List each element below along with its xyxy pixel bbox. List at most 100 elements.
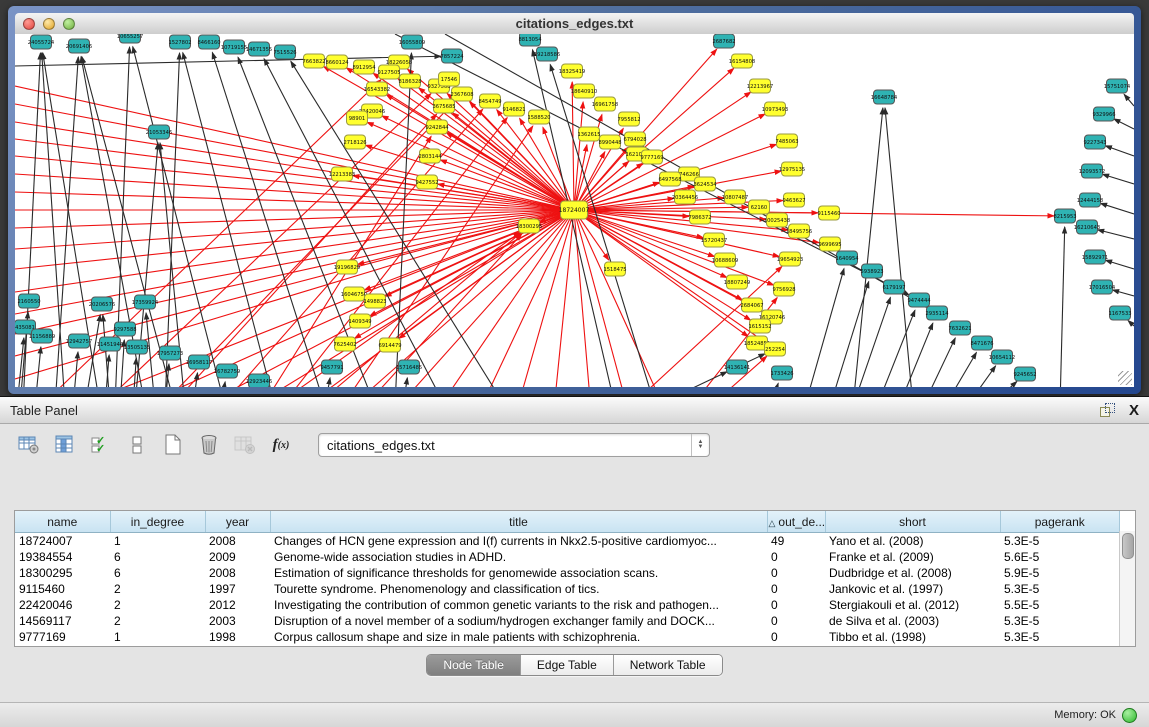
table-cell[interactable]: 1 <box>110 645 205 647</box>
minimize-window-icon[interactable] <box>43 18 55 30</box>
table-cell[interactable]: 6 <box>110 565 205 581</box>
citation-edge-black[interactable] <box>403 378 407 387</box>
column-header-out_de[interactable]: △out_de... <box>767 511 825 533</box>
table-row[interactable]: 977716911998Corpus callosum shape and si… <box>15 629 1120 645</box>
table-row[interactable]: 1872400712008Changes of HCN gene express… <box>15 533 1120 550</box>
table-cell[interactable]: 5.6E-5 <box>1000 549 1120 565</box>
column-header-year[interactable]: year <box>205 511 270 533</box>
citation-edge-black[interactable] <box>990 381 1017 387</box>
table-cell[interactable]: 18300295 <box>15 565 110 581</box>
table-cell[interactable]: 1998 <box>205 629 270 645</box>
window-resize-grip[interactable] <box>1118 371 1132 385</box>
table-cell[interactable]: Franke et al. (2009) <box>825 549 1000 565</box>
close-window-icon[interactable] <box>23 18 35 30</box>
citation-edge-red[interactable] <box>165 102 454 387</box>
column-header-pagerank[interactable]: pagerank <box>1000 511 1120 533</box>
table-cell[interactable]: 6 <box>110 549 205 565</box>
table-cell[interactable]: 14569117 <box>15 613 110 629</box>
table-cell[interactable]: 0 <box>767 565 825 581</box>
table-cell[interactable]: 5.3E-5 <box>1000 581 1120 597</box>
table-cell[interactable]: Tibbo et al. (1998) <box>825 629 1000 645</box>
table-cell[interactable]: 5.3E-5 <box>1000 629 1120 645</box>
scrollbar-thumb[interactable] <box>1122 533 1134 559</box>
tab-edge-table[interactable]: Edge Table <box>521 655 614 675</box>
table-cell[interactable]: 2008 <box>205 533 270 550</box>
table-row[interactable]: 2242004622012Investigating the contribut… <box>15 597 1120 613</box>
citation-edge-black[interactable] <box>73 352 78 387</box>
table-cell[interactable]: 0 <box>767 597 825 613</box>
citation-edge-red[interactable] <box>15 174 574 210</box>
table-cell[interactable]: 1 <box>110 629 205 645</box>
citation-edge-black[interactable] <box>1124 94 1134 106</box>
column-header-in_degree[interactable]: in_degree <box>110 511 205 533</box>
table-row[interactable]: 911546021997Tourette syndrome. Phenomeno… <box>15 581 1120 597</box>
citation-edge-red[interactable] <box>574 210 774 285</box>
table-cell[interactable]: 18724007 <box>15 533 110 550</box>
citation-edge-black[interactable] <box>1060 227 1065 387</box>
citation-edge-black[interactable] <box>15 56 441 66</box>
network-view-window[interactable]: citations_edges.txt 18724007183002952405… <box>8 6 1141 394</box>
citation-edge-black[interactable] <box>1105 146 1134 156</box>
citation-edge-black[interactable] <box>877 310 915 387</box>
citation-edge-black[interactable] <box>1100 203 1134 214</box>
table-cell[interactable]: 2009 <box>205 549 270 565</box>
citation-edge-black[interactable] <box>82 57 175 387</box>
table-cell[interactable]: 1997 <box>205 581 270 597</box>
table-cell[interactable]: Jankovic et al. (1997) <box>825 581 1000 597</box>
table-cell[interactable]: 5.9E-5 <box>1000 565 1120 581</box>
citation-edge-black[interactable] <box>923 338 955 387</box>
new-column-icon[interactable] <box>160 433 186 457</box>
table-cell[interactable]: de Silva et al. (2003) <box>825 613 1000 629</box>
rows-icon[interactable] <box>124 433 150 457</box>
citation-edge-red[interactable] <box>382 116 574 210</box>
citation-edge-black[interactable] <box>945 352 976 387</box>
citation-network-graph[interactable]: 1872400718300295240557242069140610655257… <box>15 34 1134 387</box>
citation-edge-black[interactable] <box>853 297 890 387</box>
citation-edge-red[interactable] <box>555 210 574 387</box>
table-cell[interactable]: 0 <box>767 581 825 597</box>
citation-edge-red[interactable] <box>574 210 590 387</box>
float-panel-icon[interactable] <box>1099 403 1115 417</box>
column-header-short[interactable]: short <box>825 511 1000 533</box>
network-canvas[interactable]: 1872400718300295240557242069140610655257… <box>15 34 1134 387</box>
table-cell[interactable]: 2 <box>110 597 205 613</box>
table-cell[interactable]: 2 <box>110 581 205 597</box>
citation-edge-black[interactable] <box>1128 320 1134 326</box>
tab-network-table[interactable]: Network Table <box>614 655 722 675</box>
citation-edge-black[interactable] <box>1106 260 1134 269</box>
citation-edge-black[interactable] <box>899 323 933 387</box>
citation-edge-red[interactable] <box>15 210 574 356</box>
table-cell[interactable]: 2003 <box>205 613 270 629</box>
table-cell[interactable]: 2008 <box>205 565 270 581</box>
table-row[interactable]: 1830029562008Estimation of significance … <box>15 565 1120 581</box>
function-builder-icon[interactable]: f(x) <box>268 433 294 457</box>
table-cell[interactable]: Estimation of significance thresholds fo… <box>270 565 767 581</box>
table-cell[interactable]: 49 <box>767 533 825 550</box>
table-cell[interactable]: 5.3E-5 <box>1000 533 1120 550</box>
table-cell[interactable]: 2012 <box>205 597 270 613</box>
table-cell[interactable]: 0 <box>767 613 825 629</box>
tab-node-table[interactable]: Node Table <box>427 655 521 675</box>
table-cell[interactable]: 0 <box>767 629 825 645</box>
table-cell[interactable]: Investigating the contribution of common… <box>270 597 767 613</box>
citation-edge-black[interactable] <box>885 108 913 387</box>
citation-edge-black[interactable] <box>1113 290 1134 296</box>
table-cell[interactable]: 9115460 <box>15 581 110 597</box>
table-cell[interactable]: Wolkin et al. (1998) <box>825 645 1000 647</box>
delete-columns-icon[interactable] <box>196 433 222 457</box>
table-row[interactable]: 1456911722003Disruption of a novel membe… <box>15 613 1120 629</box>
citation-edge-black[interactable] <box>325 378 330 387</box>
citation-edge-red[interactable] <box>15 210 574 379</box>
table-cell[interactable]: Corpus callosum shape and size in male p… <box>270 629 767 645</box>
column-header-title[interactable]: title <box>270 511 767 533</box>
citation-edge-black[interactable] <box>221 382 225 387</box>
citation-edge-black[interactable] <box>35 347 41 387</box>
select-columns-icon[interactable]: ✓✓ <box>88 433 114 457</box>
citation-edge-black[interactable] <box>853 108 883 387</box>
table-cell[interactable]: 5.3E-5 <box>1000 613 1120 629</box>
table-cell[interactable]: 0 <box>767 645 825 647</box>
table-cell[interactable]: 22420046 <box>15 597 110 613</box>
table-cell[interactable]: 9777169 <box>15 629 110 645</box>
citation-edge-black[interactable] <box>967 366 996 387</box>
table-cell[interactable]: Yano et al. (2008) <box>825 533 1000 550</box>
